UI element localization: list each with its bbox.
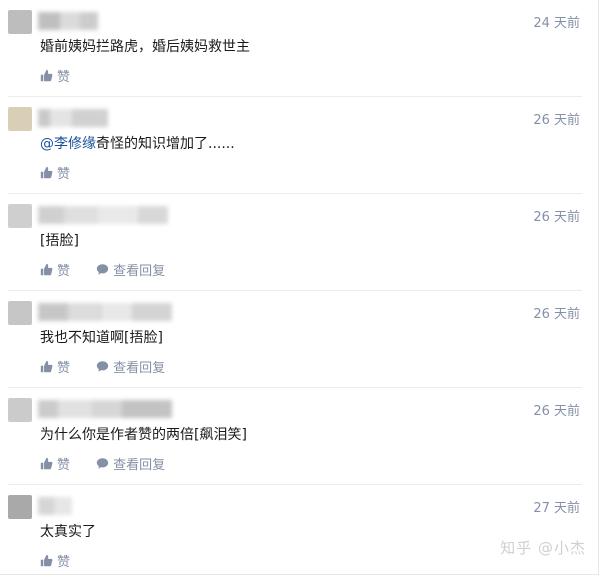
view-replies-button[interactable]: 查看回复	[96, 357, 165, 376]
comment-item: 26 天前 我也不知道啊[捂脸] 赞 查看回复	[8, 291, 590, 388]
thumbs-up-icon	[40, 360, 53, 373]
like-label: 赞	[57, 167, 71, 182]
username-redacted	[38, 497, 72, 515]
comment-time: 24 天前	[533, 16, 580, 31]
view-replies-label: 查看回复	[113, 264, 166, 279]
view-replies-button[interactable]: 查看回复	[96, 454, 165, 473]
avatar[interactable]	[8, 107, 32, 131]
comment-text: 为什么你是作者赞的两倍[飙泪笑]	[40, 427, 247, 443]
comment-actions: 赞	[40, 163, 92, 183]
avatar[interactable]	[8, 301, 32, 325]
comment-actions: 赞	[40, 551, 92, 571]
like-label: 赞	[57, 458, 71, 473]
comment-list: 24 天前 婚前姨妈拦路虎，婚后姨妈救世主 赞 26 天前 @李修缘奇怪的知识增…	[0, 0, 599, 575]
comment-time: 27 天前	[533, 501, 580, 516]
comment-actions: 赞 查看回复	[40, 454, 187, 474]
comment-text: 我也不知道啊[捂脸]	[40, 330, 163, 346]
like-button[interactable]: 赞	[40, 454, 70, 473]
comment-text: 婚前姨妈拦路虎，婚后姨妈救世主	[40, 39, 250, 55]
like-label: 赞	[57, 555, 71, 570]
thumbs-up-icon	[40, 457, 53, 470]
like-label: 赞	[57, 70, 71, 85]
comment-time: 26 天前	[533, 404, 580, 419]
user-mention-link[interactable]: @李修缘	[40, 136, 96, 152]
like-button[interactable]: 赞	[40, 357, 70, 376]
like-button[interactable]: 赞	[40, 551, 70, 570]
username-redacted	[38, 206, 168, 224]
thumbs-up-icon	[40, 263, 53, 276]
like-label: 赞	[57, 264, 71, 279]
comment-time: 26 天前	[533, 307, 580, 322]
watermark: 知乎 @小杰	[500, 539, 586, 557]
comment-text: @李修缘奇怪的知识增加了......	[40, 133, 235, 153]
speech-bubble-icon	[96, 361, 109, 372]
thumbs-up-icon	[40, 554, 53, 567]
speech-bubble-icon	[96, 458, 109, 469]
speech-bubble-icon	[96, 264, 109, 275]
comment-actions: 赞 查看回复	[40, 260, 187, 280]
thumbs-up-icon	[40, 166, 53, 179]
like-label: 赞	[57, 361, 71, 376]
username-redacted	[38, 12, 98, 30]
comment-item: 26 天前 [捂脸] 赞 查看回复	[8, 194, 590, 291]
view-replies-label: 查看回复	[113, 361, 166, 376]
username-redacted	[38, 400, 172, 418]
comment-item: 26 天前 为什么你是作者赞的两倍[飙泪笑] 赞 查看回复	[8, 388, 590, 485]
avatar[interactable]	[8, 398, 32, 422]
avatar[interactable]	[8, 204, 32, 228]
comment-text-body: 奇怪的知识增加了......	[96, 136, 235, 152]
comment-time: 26 天前	[533, 210, 580, 225]
username-redacted	[38, 109, 108, 127]
like-button[interactable]: 赞	[40, 163, 70, 182]
username-redacted	[38, 303, 172, 321]
like-button[interactable]: 赞	[40, 66, 70, 85]
view-replies-label: 查看回复	[113, 458, 166, 473]
comment-actions: 赞	[40, 66, 92, 86]
like-button[interactable]: 赞	[40, 260, 70, 279]
thumbs-up-icon	[40, 69, 53, 82]
comment-time: 26 天前	[533, 113, 580, 128]
avatar[interactable]	[8, 495, 32, 519]
view-replies-button[interactable]: 查看回复	[96, 260, 165, 279]
comment-text: 太真实了	[40, 524, 96, 540]
comment-text: [捂脸]	[40, 233, 79, 249]
comment-item: 26 天前 @李修缘奇怪的知识增加了...... 赞	[8, 97, 590, 194]
comment-item: 24 天前 婚前姨妈拦路虎，婚后姨妈救世主 赞	[8, 0, 590, 97]
comment-item: 27 天前 太真实了 赞	[8, 485, 590, 582]
avatar[interactable]	[8, 10, 32, 34]
comment-actions: 赞 查看回复	[40, 357, 187, 377]
